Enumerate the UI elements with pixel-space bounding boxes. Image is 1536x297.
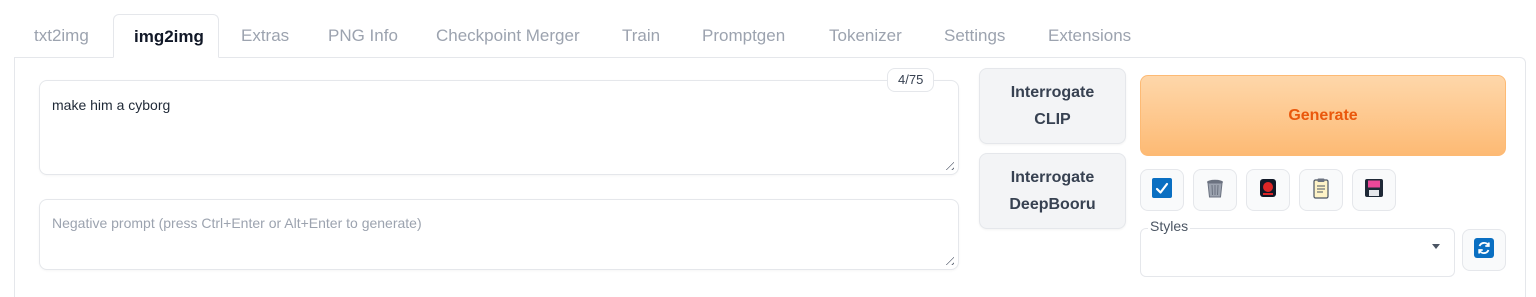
floppy-disk-icon	[1363, 177, 1385, 204]
tab-checkpoint-merger[interactable]: Checkpoint Merger	[416, 14, 600, 58]
interrogate-clip-line2: CLIP	[1034, 111, 1071, 128]
interrogate-deepbooru-line1: Interrogate	[1010, 169, 1095, 186]
tab-settings[interactable]: Settings	[924, 14, 1025, 58]
check-button[interactable]	[1140, 169, 1184, 211]
tab-tokenizer[interactable]: Tokenizer	[809, 14, 922, 58]
negative-prompt-placeholder: Negative prompt (press Ctrl+Enter or Alt…	[52, 215, 422, 231]
tab-promptgen[interactable]: Promptgen	[682, 14, 805, 58]
floppy-disk-button[interactable]	[1352, 169, 1396, 211]
clipboard-button[interactable]	[1299, 169, 1343, 211]
trash-button[interactable]	[1193, 169, 1237, 211]
resize-handle-icon[interactable]	[942, 253, 954, 265]
resize-handle-icon[interactable]	[942, 158, 954, 170]
generate-button[interactable]: Generate	[1140, 75, 1506, 156]
tab-txt2img[interactable]: txt2img	[14, 14, 109, 58]
interrogate-deepbooru-button[interactable]: Interrogate DeepBooru	[979, 153, 1126, 229]
interrogate-deepbooru-line2: DeepBooru	[1009, 196, 1096, 213]
check-icon	[1151, 177, 1173, 204]
tab-extras[interactable]: Extras	[221, 14, 309, 58]
token-counter: 4/75	[887, 68, 935, 92]
prompt-textarea[interactable]: make him a cyborg	[39, 80, 959, 175]
interrogate-clip-line1: Interrogate	[1010, 84, 1095, 101]
negative-prompt-textarea[interactable]: Negative prompt (press Ctrl+Enter or Alt…	[39, 199, 959, 270]
tab-png-info[interactable]: PNG Info	[308, 14, 418, 58]
red-record-icon	[1257, 177, 1279, 204]
prompt-text: make him a cyborg	[52, 97, 171, 113]
clipboard-icon	[1310, 177, 1332, 204]
styles-dropdown[interactable]	[1140, 228, 1455, 277]
styles-label: Styles	[1148, 218, 1191, 234]
refresh-icon	[1473, 237, 1495, 264]
red-record-button[interactable]	[1246, 169, 1290, 211]
generate-label: Generate	[1288, 106, 1358, 124]
interrogate-clip-button[interactable]: Interrogate CLIP	[979, 68, 1126, 144]
chevron-down-icon[interactable]	[1432, 244, 1440, 249]
styles-refresh-button[interactable]	[1462, 229, 1506, 271]
tab-img2img[interactable]: img2img	[113, 14, 219, 58]
trash-icon	[1204, 177, 1226, 204]
tab-train[interactable]: Train	[602, 14, 680, 58]
tab-extensions[interactable]: Extensions	[1028, 14, 1151, 58]
tab-bar: txt2img img2img Extras PNG Info Checkpoi…	[14, 14, 1526, 58]
